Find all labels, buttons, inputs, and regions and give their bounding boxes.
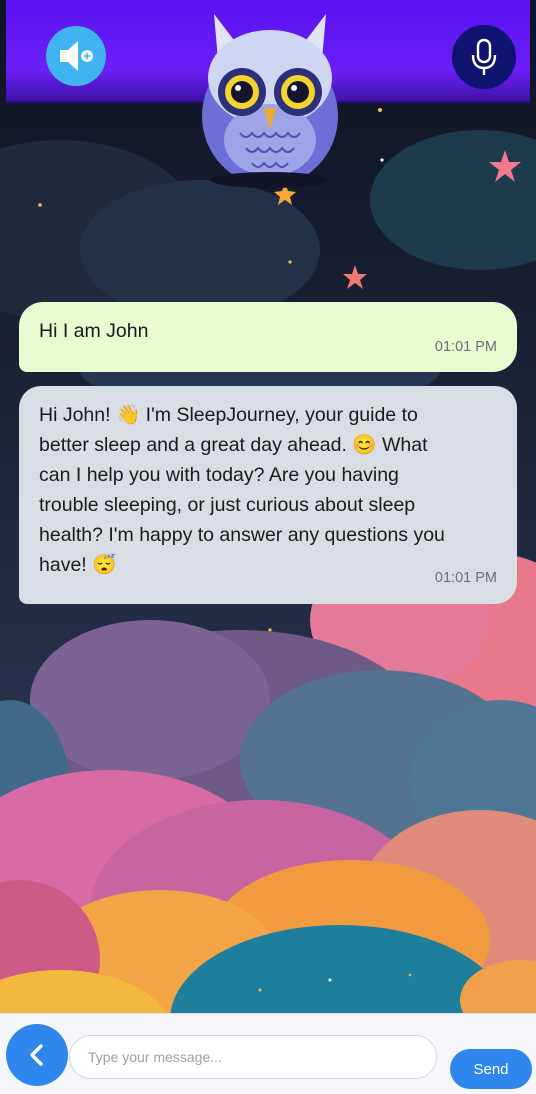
message-line: trouble sleeping, or just curious about … (39, 494, 416, 516)
microphone-icon (471, 38, 497, 75)
message-text: Hi I am John (39, 320, 149, 342)
message-line: better sleep and a great day ahead. 😊 Wh… (39, 434, 428, 456)
chevron-left-icon (30, 1044, 43, 1066)
message-input[interactable] (69, 1035, 437, 1079)
bot-message-bubble: Hi John! 👋 I'm SleepJourney, your guide … (19, 386, 517, 604)
message-timestamp: 01:01 PM (434, 339, 497, 355)
owl-mascot (196, 8, 344, 188)
message-timestamp: 01:01 PM (434, 570, 497, 586)
speaker-button[interactable] (46, 26, 106, 86)
user-message-bubble: Hi I am John 01:01 PM (19, 302, 517, 372)
message-line: have! 😴 (39, 554, 117, 576)
microphone-button[interactable] (452, 25, 516, 89)
speaker-plus-icon (60, 41, 93, 71)
send-button[interactable]: Send (450, 1049, 532, 1089)
back-button[interactable] (6, 1024, 68, 1086)
message-line: health? I'm happy to answer any question… (39, 524, 445, 546)
message-composer: Send (0, 1013, 536, 1094)
message-line: Hi John! 👋 I'm SleepJourney, your guide … (39, 404, 418, 426)
owl-mascot-icon (202, 14, 338, 188)
message-line: can I help you with today? Are you havin… (39, 464, 399, 486)
